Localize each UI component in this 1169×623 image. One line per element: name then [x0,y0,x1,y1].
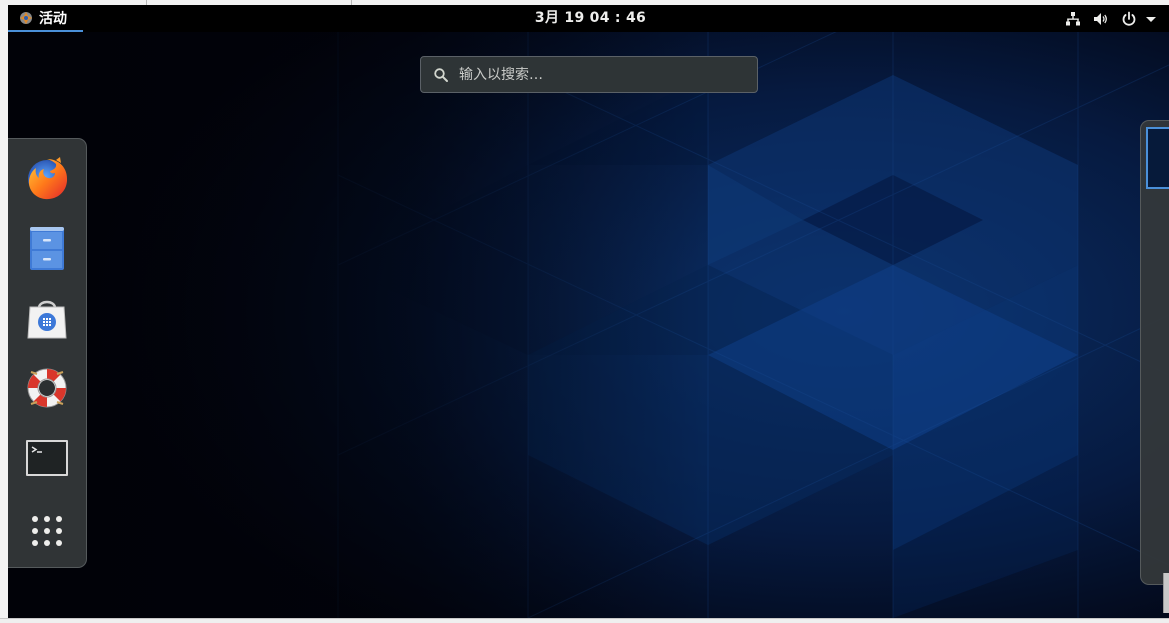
volume-icon[interactable] [1093,11,1109,27]
dash [8,138,87,568]
dash-item-firefox[interactable] [20,151,74,205]
gnome-overview: 活动 3月 19 04 : 46 [8,5,1169,618]
host-window-frame-bottom [0,618,1169,623]
search-icon [433,67,449,83]
dash-item-software[interactable] [20,291,74,345]
dash-item-files[interactable] [20,221,74,275]
app-grid-icon [30,514,64,548]
search-input[interactable] [459,65,739,85]
activities-logo-icon [19,11,33,25]
software-bag-icon [23,294,71,342]
wallpaper [8,5,1169,618]
power-icon[interactable] [1121,11,1137,27]
clock[interactable]: 3月 19 04 : 46 [508,5,673,32]
dash-item-terminal[interactable] [20,431,74,485]
search-box[interactable] [420,56,758,93]
workspace-thumbnail[interactable] [1146,127,1169,189]
workspace-selector [1140,120,1169,585]
system-menu-arrow-icon[interactable] [1143,11,1159,27]
show-applications-button[interactable] [20,504,74,558]
file-cabinet-icon [23,224,71,272]
activities-label: 活动 [39,10,67,27]
network-wired-icon[interactable] [1065,11,1081,27]
lifebuoy-icon [23,364,71,412]
dash-item-help[interactable] [20,361,74,415]
top-bar: 活动 3月 19 04 : 46 [8,5,1169,32]
terminal-icon [23,434,71,482]
screen: 活动 3月 19 04 : 46 [0,0,1169,623]
activities-button[interactable]: 活动 [8,5,83,32]
firefox-icon [23,154,71,202]
host-scrollbar[interactable] [1163,573,1169,613]
